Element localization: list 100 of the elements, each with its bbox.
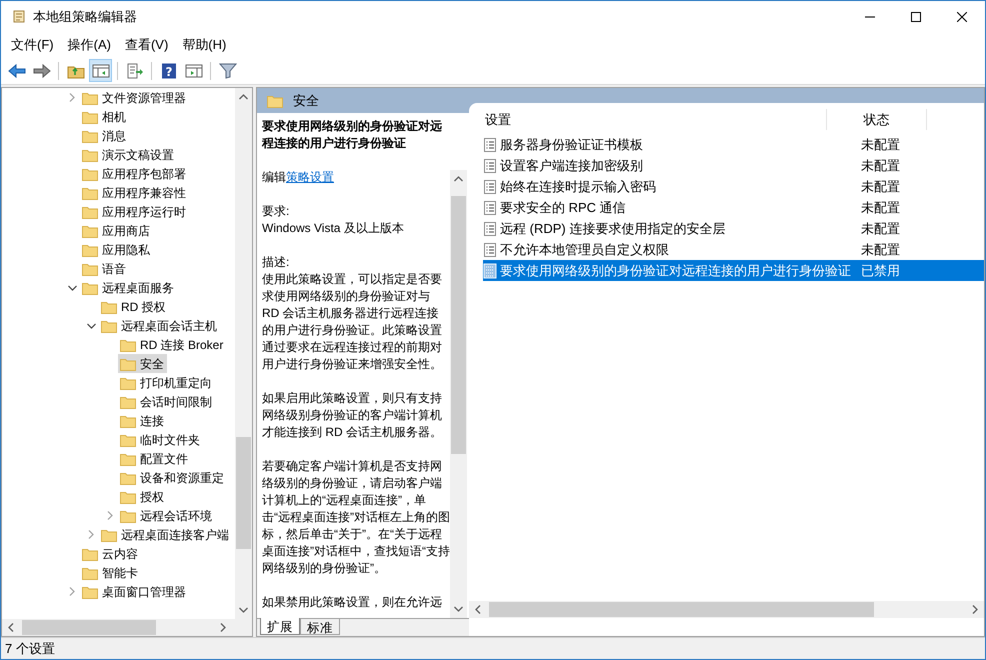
tree-item[interactable]: 安全 <box>118 354 167 373</box>
folder-icon <box>120 432 136 446</box>
scrollbar-thumb[interactable] <box>236 437 251 549</box>
menu-item[interactable]: 操作(A) <box>62 35 117 55</box>
folder-icon <box>82 148 98 162</box>
table-row[interactable]: 始终在连接时提示输入密码 未配置 <box>483 176 984 197</box>
scroll-right-icon <box>220 623 226 632</box>
policy-document-icon <box>483 178 497 194</box>
window-title: 本地组策略编辑器 <box>33 8 137 26</box>
close-icon <box>957 12 967 22</box>
tab[interactable]: 标准 <box>300 619 340 635</box>
filter-icon <box>218 62 236 78</box>
policy-document-icon <box>483 220 497 236</box>
policy-settings-link[interactable]: 策略设置 <box>286 170 334 184</box>
tab[interactable]: 扩展 <box>260 618 300 635</box>
tree-item[interactable]: 配置文件 <box>118 449 191 468</box>
folder-icon <box>82 186 98 200</box>
tree-item[interactable]: 应用商店 <box>80 221 153 240</box>
scroll-up-icon <box>239 94 248 100</box>
help-icon: ? <box>160 62 178 78</box>
folder-icon <box>82 224 98 238</box>
tree-item[interactable]: RD 连接 Broker <box>118 335 226 354</box>
scrollbar-thumb[interactable] <box>489 602 874 617</box>
tree-item[interactable]: 云内容 <box>80 544 141 563</box>
table-row[interactable]: 要求安全的 RPC 通信 未配置 <box>483 197 984 218</box>
table-row[interactable]: 远程 (RDP) 连接要求使用指定的安全层 未配置 <box>483 218 984 239</box>
scroll-up-icon <box>454 176 463 182</box>
tree-item[interactable]: 设备和资源重定 <box>118 468 227 487</box>
setting-state: 未配置 <box>861 220 900 238</box>
folder-icon <box>82 280 98 294</box>
setting-name: 服务器身份验证证书模板 <box>500 136 643 154</box>
folder-icon <box>120 490 136 504</box>
setting-state: 未配置 <box>861 156 900 175</box>
policy-document-icon <box>483 262 497 278</box>
tree-item[interactable]: RD 授权 <box>99 297 169 316</box>
tree-item[interactable]: 授权 <box>118 487 167 506</box>
tree-item[interactable]: 相机 <box>80 107 129 126</box>
folder-icon <box>101 318 117 332</box>
collapsed-chevron-icon[interactable] <box>107 511 113 520</box>
forward-arrow-icon <box>32 62 50 78</box>
setting-name: 不允许本地管理员自定义权限 <box>500 240 669 259</box>
scrollbar-thumb[interactable] <box>22 620 156 635</box>
collapsed-chevron-icon[interactable] <box>69 93 75 102</box>
setting-state: 未配置 <box>861 240 900 259</box>
column-header[interactable]: 设置 <box>469 109 827 130</box>
folder-icon <box>120 338 136 352</box>
collapsed-chevron-icon[interactable] <box>69 587 75 596</box>
table-row[interactable]: 服务器身份验证证书模板 未配置 <box>483 134 984 155</box>
maximize-icon <box>911 12 921 22</box>
expanded-chevron-icon[interactable] <box>68 284 76 290</box>
back-arrow-icon <box>8 62 26 78</box>
tree-item[interactable]: 智能卡 <box>80 563 141 582</box>
horizontal-scrollbar[interactable] <box>2 619 252 636</box>
tree-item[interactable]: 会话时间限制 <box>118 392 215 411</box>
tree-item[interactable]: 打印机重定向 <box>118 373 215 392</box>
tree-item[interactable]: 临时文件夹 <box>118 430 203 449</box>
table-row[interactable]: 不允许本地管理员自定义权限 未配置 <box>483 239 984 260</box>
tree-item[interactable]: 演示文稿设置 <box>80 145 177 164</box>
tree-item[interactable]: 消息 <box>80 126 129 145</box>
folder-icon <box>82 166 98 180</box>
tree-item[interactable]: 远程桌面连接客户端 <box>99 525 232 544</box>
tree-item[interactable]: 语音 <box>80 259 129 278</box>
tree-item[interactable]: 文件资源管理器 <box>80 88 189 107</box>
tree-item[interactable]: 应用隐私 <box>80 240 153 259</box>
description-paragraph: 若要确定客户端计算机是否支持网络级别的身份验证，请启动客户端计算机上的“远程桌面连接”，单击“远程桌面连接”对话框左上角的图标，然后单击“关于”。在“关于远程桌面连接”对话框中，查找短语“支持网络级别的身份验证”。 <box>262 458 450 577</box>
folder-icon <box>101 528 117 542</box>
tree-item[interactable]: 远程会话环境 <box>118 506 215 525</box>
folder-icon <box>120 356 136 370</box>
pane-icon <box>184 62 202 78</box>
status-text: 7 个设置 <box>5 640 55 658</box>
vertical-scrollbar[interactable] <box>235 88 252 619</box>
scrollbar-thumb[interactable] <box>451 196 466 454</box>
menu-item[interactable]: 帮助(H) <box>176 35 232 55</box>
table-row[interactable]: 设置客户端连接加密级别 未配置 <box>483 155 984 176</box>
toolbar-button[interactable] <box>89 59 112 82</box>
requirements-text: Windows Vista 及以上版本 <box>262 220 405 237</box>
menu-item[interactable]: 文件(F) <box>5 35 60 55</box>
folder-icon <box>120 470 136 484</box>
folder-icon <box>82 242 98 256</box>
expanded-chevron-icon[interactable] <box>86 322 96 328</box>
toolbar-button[interactable]: ? <box>157 59 180 82</box>
policy-title: 要求使用网络级别的身份验证对远程连接的用户进行身份验证 <box>262 118 443 152</box>
tree-item[interactable]: 远程桌面服务 <box>80 278 177 297</box>
column-header[interactable]: 状态 <box>827 109 927 130</box>
tree-item[interactable]: 远程桌面会话主机 <box>99 316 220 335</box>
tree-item[interactable]: 应用程序运行时 <box>80 202 189 221</box>
vertical-scrollbar[interactable] <box>450 170 467 618</box>
edit-text: 编辑策略设置 <box>262 169 335 186</box>
tree-item[interactable]: 桌面窗口管理器 <box>80 582 189 601</box>
tree-item[interactable]: 应用程序兼容性 <box>80 183 189 202</box>
tree-item[interactable]: 应用程序包部署 <box>80 164 189 183</box>
setting-name: 远程 (RDP) 连接要求使用指定的安全层 <box>500 220 726 238</box>
horizontal-scrollbar[interactable] <box>469 601 984 618</box>
table-row[interactable]: 要求使用网络级别的身份验证对远程连接的用户进行身份验证 已禁用 <box>483 260 984 281</box>
setting-state: 未配置 <box>861 178 900 196</box>
collapsed-chevron-icon[interactable] <box>88 530 94 539</box>
menu-item[interactable]: 查看(V) <box>118 35 174 55</box>
folder-icon <box>82 128 98 142</box>
export-list-icon <box>126 62 144 78</box>
tree-item[interactable]: 连接 <box>118 411 167 430</box>
